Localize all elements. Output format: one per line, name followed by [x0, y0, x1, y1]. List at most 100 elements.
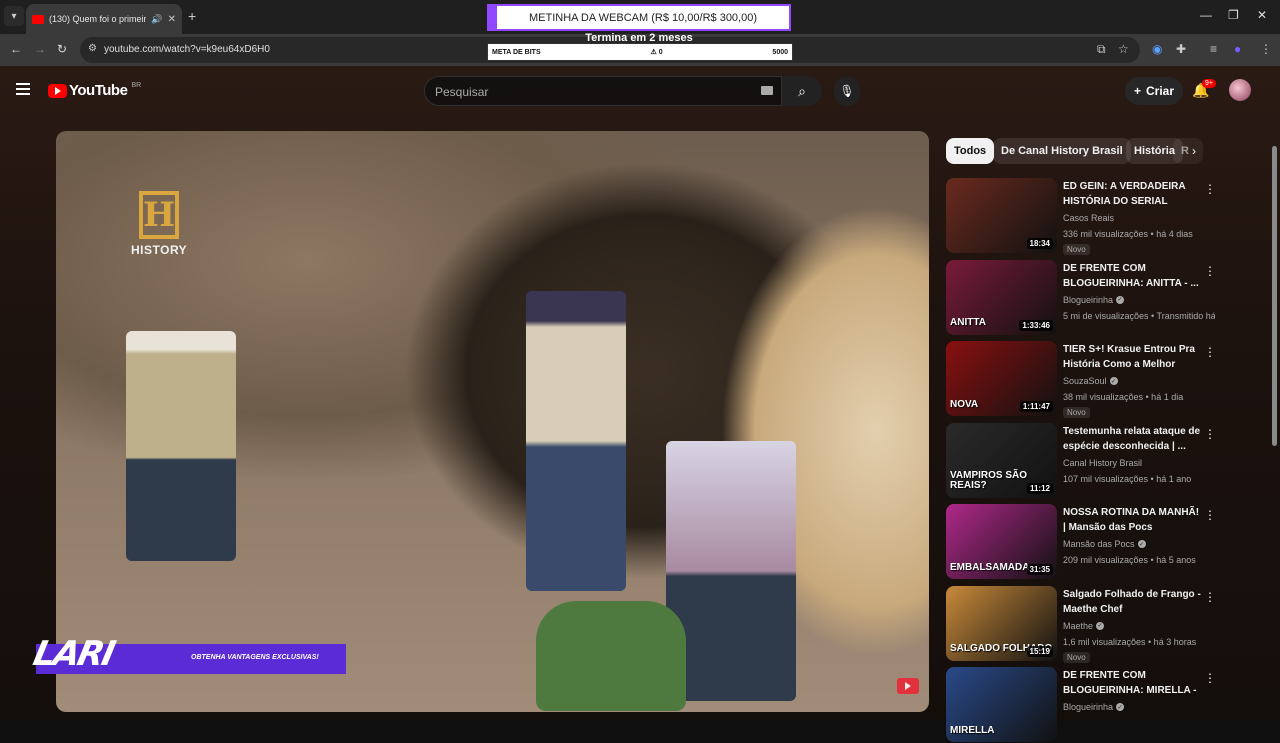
bits-current-value: 0 [658, 49, 663, 56]
more-actions-icon[interactable]: ⋮ [1204, 671, 1216, 685]
youtube-logo[interactable]: YouTube BR [48, 82, 141, 99]
video-thumbnail[interactable]: ANITTA 1:33:46 [946, 259, 1057, 335]
chip-truncated[interactable]: R [1173, 138, 1203, 164]
search-button[interactable]: ⌕ [782, 76, 822, 106]
guide-menu-icon[interactable] [16, 83, 30, 95]
more-actions-icon[interactable]: ⋮ [1204, 427, 1216, 441]
chip-todos[interactable]: Todos [946, 138, 995, 164]
recommendation-item[interactable]: MIRELLA DE FRENTE COM BLOGUEIRINHA: MIREL… [946, 667, 1216, 743]
goal-title: METINHA DA WEBCAM (R$ 10,00/R$ 300,00) [528, 11, 758, 24]
filter-chips: Todos De Canal History Brasil História R [946, 138, 1206, 164]
duration-badge: 18:34 [1026, 238, 1053, 249]
new-tab-button[interactable]: + [188, 8, 196, 24]
duration-badge: 1:33:46 [1019, 319, 1053, 331]
browser-tab-active[interactable]: (130) Quem foi o primeiro 🔊 ✕ [26, 4, 182, 34]
video-meta: 107 mil visualizações • há 1 ano [1063, 473, 1192, 484]
chevron-right-icon[interactable]: › [1192, 144, 1196, 158]
channel-name-text: Casos Reais [1063, 213, 1115, 223]
page-scrollbar[interactable] [1272, 146, 1277, 446]
bits-label: META DE BITS [492, 48, 541, 56]
reload-button[interactable]: ↻ [57, 42, 67, 56]
video-thumbnail[interactable]: VAMPIROS SÃO REAIS? 11:12 [946, 422, 1057, 498]
channel-name-text: Maethe [1063, 620, 1094, 631]
restore-button[interactable]: ❐ [1228, 8, 1239, 22]
speaker-icon[interactable]: 🔊 [151, 14, 162, 25]
thumbnail-caption: MIRELLA [950, 724, 995, 736]
recommendation-item[interactable]: SALGADO FOLHADO 15:19 Salgado Folhado de F… [946, 585, 1216, 663]
video-thumbnail[interactable]: 18:34 [946, 178, 1057, 253]
recommendation-item[interactable]: ANITTA 1:33:46 DE FRENTE COM BLOGUEIRINHA:… [946, 259, 1216, 336]
bookmark-star-icon[interactable]: ☆ [1118, 42, 1129, 56]
more-actions-icon[interactable]: ⋮ [1204, 264, 1216, 278]
forward-button[interactable]: → [34, 42, 46, 56]
more-actions-icon[interactable]: ⋮ [1204, 590, 1216, 604]
youtube-play-icon [48, 83, 67, 98]
video-title[interactable]: Testemunha relata ataque de espécie desc… [1063, 424, 1201, 454]
media-controls-icon[interactable]: ≡ [1210, 42, 1217, 56]
video-title[interactable]: Salgado Folhado de Frango - Maethe Chef [1063, 587, 1201, 617]
site-info-icon[interactable]: ⚙ [88, 43, 97, 54]
thumbnail-caption: NOVA [950, 398, 979, 410]
verified-check-icon: ✓ [1137, 540, 1146, 548]
search-input[interactable]: Pesquisar [424, 76, 782, 106]
channel-name[interactable]: Casos Reais [1063, 213, 1114, 223]
recommendation-item[interactable]: NOVA 1:11:47 TIER S+! Krasue Entrou Pra Hi… [946, 341, 1216, 418]
verified-check-icon: ✓ [1116, 703, 1125, 711]
bits-current: ⚠ 0 [650, 48, 662, 56]
streamer-banner: LARI OBTENHA VANTAGENS EXCLUSIVAS! [30, 634, 346, 674]
recommendation-item[interactable]: VAMPIROS SÃO REAIS? 11:12 Testemunha relat… [946, 422, 1216, 499]
channel-name[interactable]: Blogueirinha ✓ [1063, 294, 1125, 305]
extension-icon[interactable]: ◉ [1152, 42, 1162, 56]
url-text: youtube.com/watch?v=k9eu64xD6H0 [104, 44, 270, 55]
video-thumbnail[interactable]: NOVA 1:11:47 [946, 341, 1057, 416]
create-button[interactable]: + Criar [1125, 77, 1183, 105]
video-thumbnail[interactable]: EMBALSAMADA 31:35 [946, 504, 1057, 579]
create-label: Criar [1146, 84, 1175, 98]
chip-canal-history[interactable]: De Canal History Brasil [993, 138, 1131, 164]
channel-name-text: Blogueirinha [1063, 294, 1114, 305]
more-actions-icon[interactable]: ⋮ [1204, 508, 1216, 522]
video-meta: 38 mil visualizações • há 1 dia [1063, 392, 1184, 402]
more-actions-icon[interactable]: ⋮ [1204, 182, 1216, 196]
tab-search-button[interactable]: ▾ [4, 6, 24, 26]
video-thumbnail[interactable]: MIRELLA [946, 667, 1057, 742]
channel-name[interactable]: Canal History Brasil [1063, 458, 1142, 468]
warning-icon: ⚠ [650, 49, 659, 56]
video-thumbnail[interactable]: SALGADO FOLHADO 15:19 [946, 585, 1057, 661]
new-badge: Novo [1063, 407, 1090, 418]
back-button[interactable]: ← [10, 42, 22, 56]
minimize-button[interactable]: — [1200, 8, 1212, 22]
youtube-wordmark: YouTube [69, 82, 128, 99]
duration-badge: 15:19 [1026, 645, 1053, 657]
search-placeholder: Pesquisar [435, 85, 489, 99]
browser-menu-icon[interactable]: ⋮ [1260, 42, 1272, 56]
duration-badge: 1:11:47 [1019, 401, 1053, 412]
video-title[interactable]: DE FRENTE COM BLOGUEIRINHA: MIRELLA - ..… [1063, 668, 1201, 698]
install-app-icon[interactable]: ⧉ [1097, 42, 1106, 57]
video-title[interactable]: TIER S+! Krasue Entrou Pra História Como… [1063, 342, 1201, 372]
video-title[interactable]: ED GEIN: A VERDADEIRA HISTÓRIA DO SERIAL… [1063, 179, 1201, 209]
youtube-watermark-icon[interactable] [897, 678, 919, 694]
window-close-button[interactable]: ✕ [1257, 8, 1267, 22]
extensions-puzzle-icon[interactable]: ✚ [1176, 42, 1186, 56]
video-title[interactable]: NOSSA ROTINA DA MANHÃ! | Mansão das Pocs [1063, 505, 1201, 535]
video-title[interactable]: DE FRENTE COM BLOGUEIRINHA: ANITTA - ... [1063, 261, 1201, 291]
recommendation-item[interactable]: 18:34 ED GEIN: A VERDADEIRA HISTÓRIA DO S… [946, 178, 1216, 255]
account-avatar[interactable] [1229, 79, 1251, 101]
verified-check-icon: ✓ [1116, 295, 1125, 304]
video-player[interactable]: H HISTORY [56, 131, 929, 712]
tab-title: (130) Quem foi o primeiro [49, 14, 147, 24]
keyboard-icon[interactable] [761, 86, 773, 95]
more-actions-icon[interactable]: ⋮ [1204, 345, 1216, 359]
channel-name[interactable]: Maethe ✓ [1063, 620, 1105, 631]
tab-close-icon[interactable]: ✕ [168, 14, 176, 25]
plus-icon: + [1133, 84, 1141, 98]
webcam-goal-widget: METINHA DA WEBCAM (R$ 10,00/R$ 300,00) [487, 4, 791, 31]
profile-icon[interactable]: ● [1234, 42, 1241, 56]
voice-search-mic-icon[interactable]: 🎙 [834, 76, 860, 106]
channel-name[interactable]: Mansão das Pocs ✓ [1063, 539, 1146, 549]
recommendation-item[interactable]: EMBALSAMADA 31:35 NOSSA ROTINA DA MANHÃ! |… [946, 504, 1216, 580]
channel-name[interactable]: SouzaSoul ✓ [1063, 376, 1118, 386]
youtube-favicon-icon [32, 14, 44, 24]
channel-name[interactable]: Blogueirinha ✓ [1063, 702, 1125, 712]
